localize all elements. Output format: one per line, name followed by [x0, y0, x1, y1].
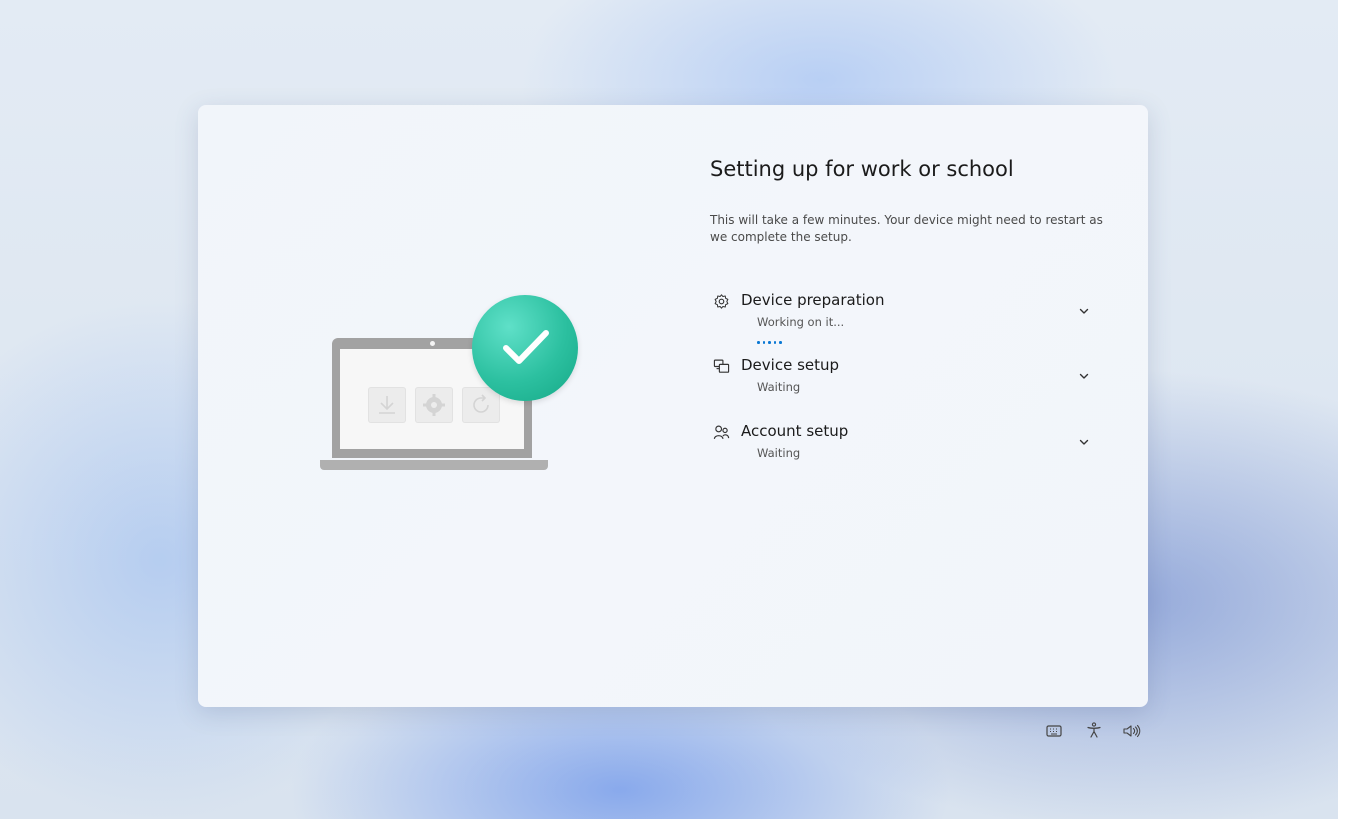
- progress-dot: [762, 341, 765, 344]
- devices-icon: [713, 359, 730, 373]
- gear-icon: [714, 294, 729, 309]
- download-icon: [379, 396, 395, 414]
- progress-dot: [773, 341, 776, 344]
- success-badge: [472, 295, 578, 401]
- step-status: Waiting: [757, 446, 801, 460]
- laptop-illustration: [320, 295, 578, 473]
- chevron-down-icon[interactable]: [1078, 436, 1090, 448]
- step-label: Device setup: [741, 356, 840, 374]
- step-label: Account setup: [741, 422, 849, 440]
- progress-dot: [768, 341, 771, 344]
- refresh-icon: [473, 394, 489, 413]
- gear-icon: [423, 394, 445, 416]
- step-status: Waiting: [757, 380, 801, 394]
- volume-icon[interactable]: [1123, 723, 1141, 742]
- progress-dot: [757, 341, 760, 344]
- accessibility-icon[interactable]: [1086, 722, 1102, 742]
- page-description: This will take a few minutes. Your devic…: [710, 213, 1103, 244]
- step-status: Working on it...: [757, 315, 845, 329]
- page-title: Setting up for work or school: [710, 157, 1014, 181]
- right-edge-strip: [1338, 0, 1345, 819]
- laptop-camera: [430, 341, 435, 346]
- step-label: Device preparation: [741, 291, 885, 309]
- download-tile: [368, 387, 406, 423]
- laptop-base: [320, 460, 548, 470]
- gear-tile: [415, 387, 453, 423]
- progress-dot: [779, 341, 782, 344]
- refresh-tile: [462, 387, 500, 423]
- checkmark-icon: [503, 330, 549, 364]
- setup-card: Setting up for work or school This will …: [198, 105, 1148, 707]
- chevron-down-icon[interactable]: [1078, 370, 1090, 382]
- chevron-down-icon[interactable]: [1078, 305, 1090, 317]
- progress-dots: [757, 341, 785, 345]
- keyboard-icon[interactable]: [1046, 723, 1062, 742]
- people-icon: [713, 425, 730, 440]
